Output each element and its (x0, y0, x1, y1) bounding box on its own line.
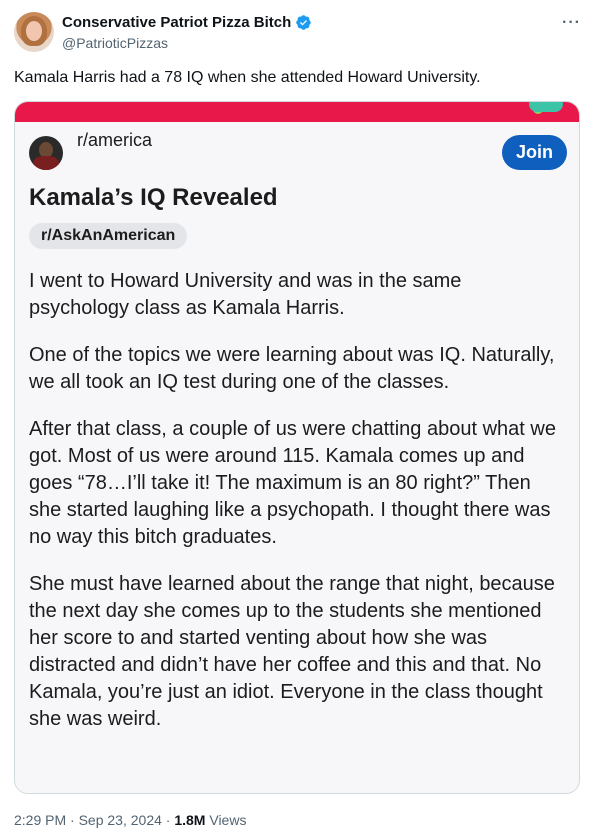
tweet-date[interactable]: Sep 23, 2024 (79, 812, 162, 828)
meta-separator: · (161, 812, 175, 828)
author-name-row: Conservative Patriot Pizza Bitch (62, 14, 312, 31)
tweet-time[interactable]: 2:29 PM (14, 812, 66, 828)
media-top-banner (15, 102, 579, 122)
views-label: Views (205, 812, 247, 828)
views-count: 1.8M (174, 812, 206, 828)
author-display-name[interactable]: Conservative Patriot Pizza Bitch (62, 14, 291, 31)
author-handle[interactable]: @PatrioticPizzas (62, 35, 168, 51)
tweet-text: Kamala Harris had a 78 IQ when she atten… (14, 69, 481, 86)
reddit-post-card: r/america Join Kamala’s IQ Revealed r/As… (15, 122, 579, 793)
meta-separator: · (66, 812, 79, 828)
more-options-icon[interactable]: ··· (562, 14, 581, 32)
tweet-meta: 2:29 PM · Sep 23, 2024 · 1.8M Views (14, 812, 246, 828)
post-paragraph: After that class, a couple of us were ch… (29, 418, 556, 548)
app-logo-icon (529, 102, 563, 112)
post-paragraph: One of the topics we were learning about… (29, 344, 555, 393)
post-body: I went to Howard University and was in t… (29, 268, 567, 753)
author-avatar[interactable] (14, 12, 54, 52)
tweet-media-image[interactable]: r/america Join Kamala’s IQ Revealed r/As… (14, 101, 580, 794)
post-flair: r/AskAnAmerican (29, 223, 188, 249)
subreddit-name: r/america (77, 130, 153, 150)
join-button: Join (502, 135, 567, 170)
tweet-header: Conservative Patriot Pizza Bitch @Patrio… (14, 12, 583, 54)
post-title: Kamala’s IQ Revealed (29, 184, 278, 211)
post-paragraph: She must have learned about the range th… (29, 573, 555, 730)
subreddit-avatar (29, 136, 63, 170)
verified-badge-icon (296, 15, 311, 30)
post-paragraph: I went to Howard University and was in t… (29, 270, 462, 319)
